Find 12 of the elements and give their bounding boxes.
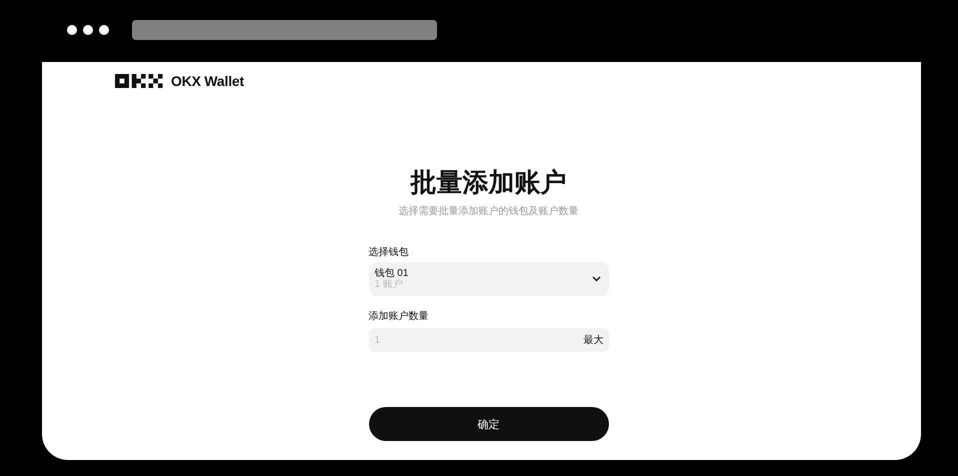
max-button[interactable]: 最大 [584, 333, 604, 347]
field-label: 添加账户数量 [368, 310, 430, 324]
chevron-down-icon [592, 276, 600, 282]
window-dots-icon [66, 24, 110, 36]
page-subtitle: 选择需要批量添加账户的钱包及账户数量 [398, 205, 578, 219]
confirm-button[interactable]: 确定 [368, 407, 608, 441]
logo-icon [115, 74, 164, 88]
field-label: 选择钱包 [368, 246, 410, 260]
page-title: 批量添加账户 [410, 167, 566, 197]
brand-name: OKX Wallet [171, 73, 244, 89]
wallet-name: 钱包 01 [374, 268, 408, 279]
address-bar[interactable] [132, 20, 437, 40]
